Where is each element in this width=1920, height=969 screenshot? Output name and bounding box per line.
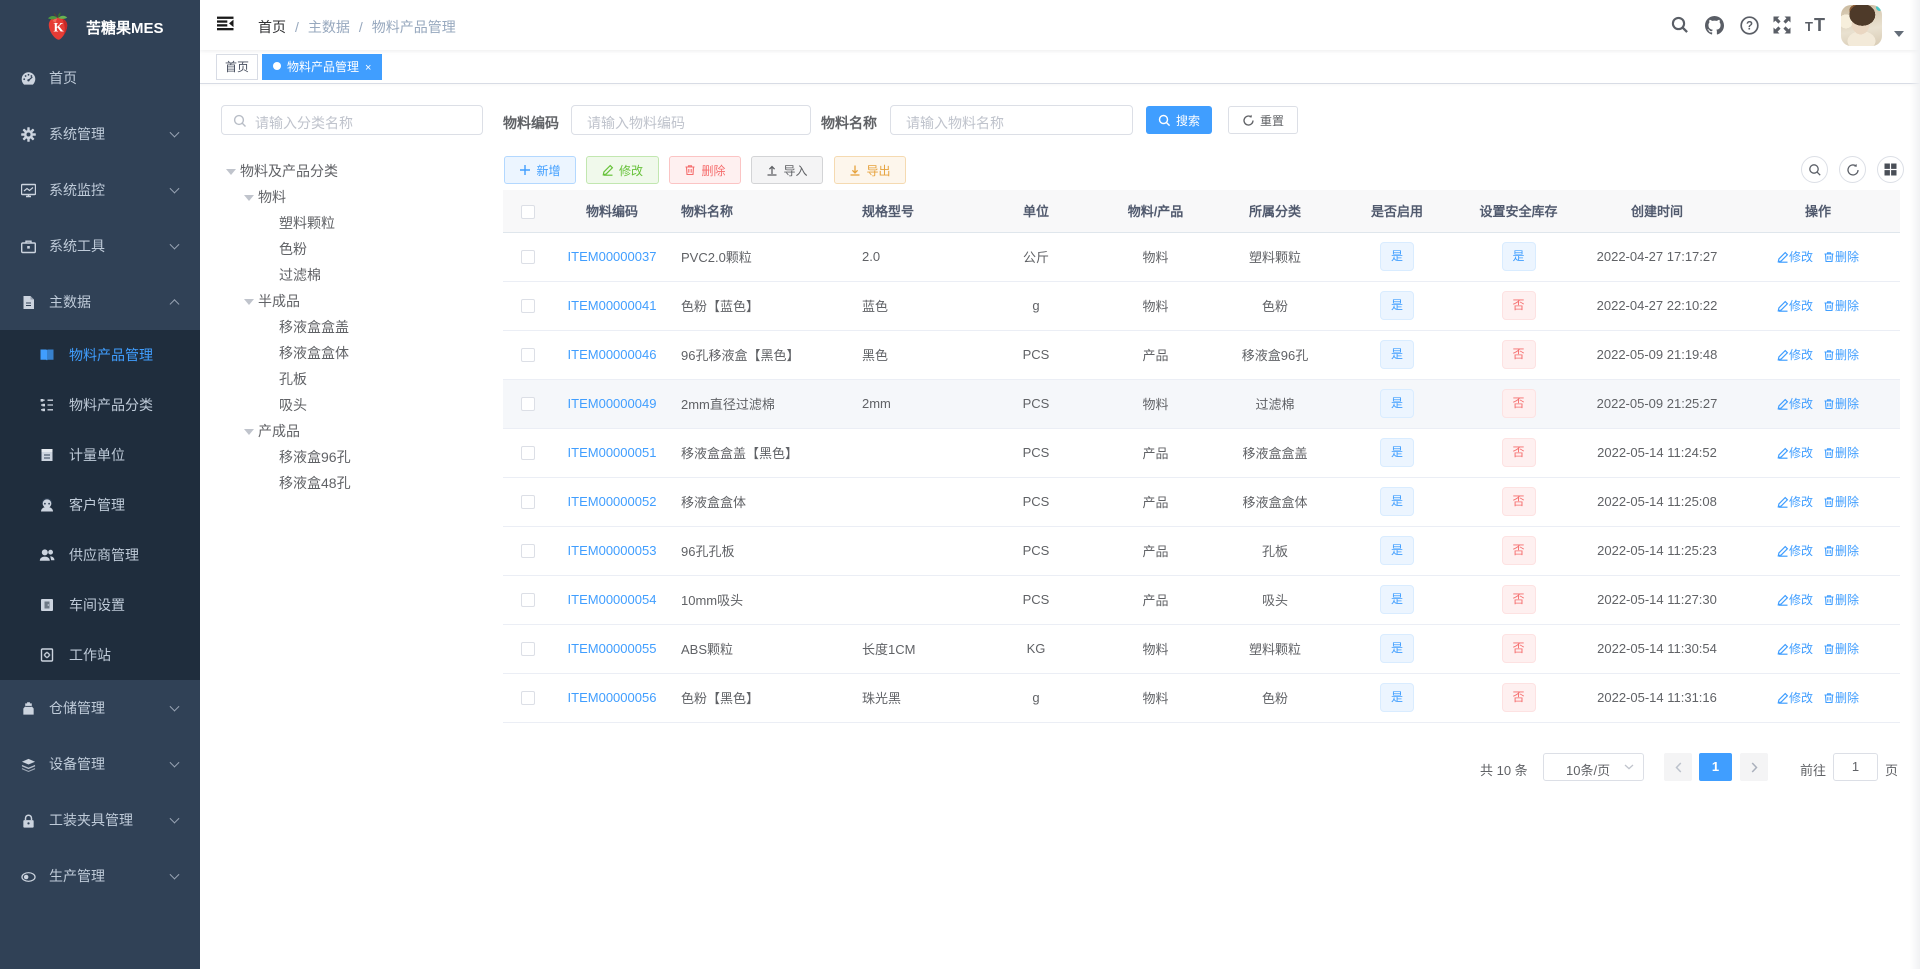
svg-text:K: K bbox=[53, 20, 64, 35]
svg-text:T: T bbox=[1805, 19, 1813, 34]
svg-text:T: T bbox=[1814, 16, 1825, 34]
svg-text:?: ? bbox=[1745, 20, 1752, 32]
